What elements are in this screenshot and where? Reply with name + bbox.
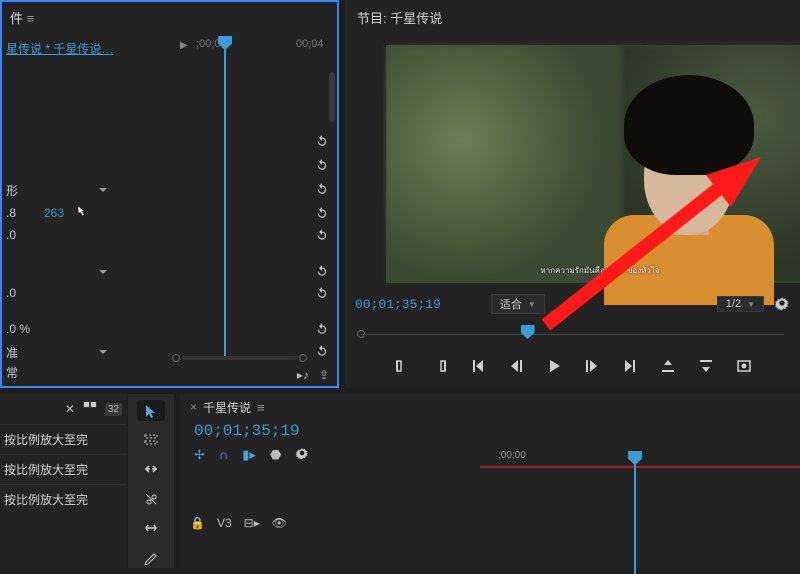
- program-controls: 00;01;35;19 适合▼ 1/2▼: [355, 292, 790, 382]
- toggle-animation-icon[interactable]: ▸♪: [297, 368, 309, 382]
- effect-controls-title: 件 ≡: [2, 2, 337, 30]
- effect-controls-panel: 件 ≡ 星传说 * 千星传说… ▶ ;00;00 00;04 形 .8 263 …: [0, 0, 339, 388]
- dropdown-icon[interactable]: [98, 266, 108, 280]
- toggle-track-output-icon[interactable]: 👁: [272, 516, 287, 530]
- dropdown-icon[interactable]: [98, 346, 108, 360]
- play-button[interactable]: [546, 358, 562, 377]
- zoom-fit-select[interactable]: 适合▼: [491, 294, 545, 314]
- timeline-ruler[interactable]: ;00;00: [480, 446, 800, 468]
- chevron-down-icon: ▼: [528, 300, 536, 309]
- go-to-in-button[interactable]: [470, 358, 486, 377]
- settings-icon[interactable]: [295, 446, 309, 463]
- fx-scrollbar[interactable]: [182, 356, 297, 360]
- program-title: 节目: 千星传说: [345, 0, 800, 35]
- toolbar: [128, 394, 174, 568]
- magnet-icon[interactable]: ∩: [219, 447, 228, 462]
- play-icon[interactable]: ▶: [180, 40, 188, 51]
- track-label[interactable]: V3: [217, 516, 232, 530]
- project-bins-panel: ✕ 32 按比例放大至完 按比例放大至完 按比例放大至完: [0, 394, 126, 568]
- scroll-end-handle[interactable]: [299, 354, 307, 362]
- timeline-playhead-icon[interactable]: [628, 451, 642, 465]
- position-x-value[interactable]: .8: [6, 206, 16, 220]
- reset-button[interactable]: [315, 228, 329, 245]
- settings-icon[interactable]: [774, 295, 790, 314]
- ripple-edit-tool[interactable]: [137, 459, 165, 480]
- rotation-value[interactable]: .0: [6, 286, 16, 300]
- fx-timeline-strip[interactable]: ▶ ;00;00 00;04: [176, 34, 335, 62]
- close-icon[interactable]: ✕: [65, 402, 75, 416]
- bin-item[interactable]: 按比例放大至完: [0, 454, 126, 484]
- reset-button[interactable]: [315, 286, 329, 303]
- reset-button[interactable]: [315, 158, 329, 175]
- chevron-down-icon: ▼: [747, 300, 755, 309]
- reset-button[interactable]: [315, 206, 329, 223]
- fx-time-end: 00;04: [296, 38, 324, 50]
- cursor-icon: [72, 205, 90, 226]
- selection-tool[interactable]: [137, 400, 165, 421]
- bin-item[interactable]: 按比例放大至完: [0, 484, 126, 514]
- mark-out-button[interactable]: [432, 358, 448, 377]
- timeline-timecode[interactable]: 00;01;35;19: [180, 420, 800, 442]
- dropdown-icon[interactable]: [98, 184, 108, 198]
- program-monitor-panel: 节目: 千星传说 หากความรักมันคือนิยาม ของหัวใจ …: [345, 0, 800, 388]
- lift-button[interactable]: [660, 358, 676, 377]
- resolution-select[interactable]: 1/2▼: [717, 296, 764, 312]
- scroll-start-handle[interactable]: [172, 354, 180, 362]
- step-back-button[interactable]: [508, 358, 524, 377]
- program-timecode[interactable]: 00;01;35;19: [355, 297, 441, 312]
- bin-item[interactable]: 按比例放大至完: [0, 424, 126, 454]
- shape-label: 形: [6, 182, 18, 199]
- reset-button[interactable]: [315, 322, 329, 339]
- marker-icon[interactable]: ⬣: [270, 447, 281, 463]
- reset-button[interactable]: [315, 344, 329, 361]
- position-y-value[interactable]: 263: [44, 206, 64, 220]
- track-select-tool[interactable]: [137, 429, 165, 450]
- timeline-origin-label: ;00;00: [498, 450, 526, 461]
- program-scrub-bar[interactable]: [355, 322, 790, 342]
- reset-button[interactable]: [315, 182, 329, 199]
- anchor-label: 准: [6, 344, 18, 361]
- track-header: 🔒 V3 ⊟▸ 👁: [190, 516, 287, 530]
- close-icon[interactable]: ×: [190, 400, 197, 414]
- pen-tool[interactable]: [137, 547, 165, 568]
- reset-button[interactable]: [315, 264, 329, 281]
- lock-icon[interactable]: 🔒: [190, 516, 205, 530]
- scale-value[interactable]: .0: [6, 228, 16, 242]
- slip-tool[interactable]: [137, 517, 165, 538]
- export-icon[interactable]: ⇪: [319, 368, 329, 382]
- timeline-tab[interactable]: × 千星传说 ≡: [180, 394, 800, 420]
- step-forward-button[interactable]: [584, 358, 600, 377]
- extract-button[interactable]: [698, 358, 714, 377]
- transport-bar: [355, 352, 790, 382]
- go-to-out-button[interactable]: [622, 358, 638, 377]
- snap-icon[interactable]: ✢: [194, 447, 205, 463]
- export-frame-button[interactable]: [736, 358, 752, 377]
- list-view-badge[interactable]: 32: [105, 403, 122, 416]
- timeline-panel: × 千星传说 ≡ 00;01;35;19 ✢ ∩ ▮▸ ⬣ ;00;00 🔒 V…: [180, 394, 800, 568]
- program-playhead-icon[interactable]: [521, 325, 535, 339]
- preview-subtitle: หากความรักมันคือนิยาม ของหัวใจ: [386, 264, 800, 277]
- reset-button[interactable]: [315, 134, 329, 151]
- target-track-icon[interactable]: ⊟▸: [244, 516, 260, 530]
- opacity-value[interactable]: .0 %: [6, 322, 30, 336]
- icon-view-icon[interactable]: [83, 401, 97, 418]
- razor-tool[interactable]: [137, 488, 165, 509]
- sequence-tab[interactable]: 星传说 * 千星传说…: [6, 40, 113, 57]
- extra-label: 常: [6, 364, 18, 381]
- linked-selection-icon[interactable]: ▮▸: [242, 447, 256, 463]
- program-preview[interactable]: หากความรักมันคือนิยาม ของหัวใจ: [385, 44, 800, 284]
- timeline-playhead-line: [634, 464, 636, 574]
- fx-vertical-scrollbar[interactable]: [329, 72, 335, 122]
- mark-in-button[interactable]: [394, 358, 410, 377]
